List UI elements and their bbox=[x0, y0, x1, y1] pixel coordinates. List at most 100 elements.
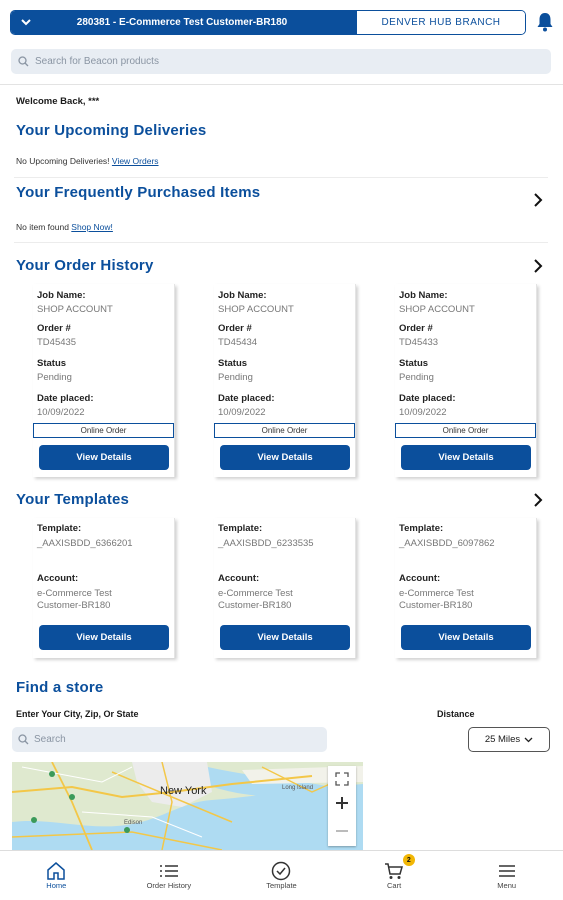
date-value: 10/09/2022 bbox=[399, 407, 447, 418]
account-selector[interactable]: 280381 - E-Commerce Test Customer-BR180 bbox=[11, 11, 357, 34]
account-bar[interactable]: 280381 - E-Commerce Test Customer-BR180 … bbox=[10, 10, 526, 35]
map-city-label: New York bbox=[160, 785, 207, 797]
search-placeholder: Search for Beacon products bbox=[35, 56, 159, 67]
nav-menu[interactable]: Menu bbox=[450, 851, 563, 900]
status-value: Pending bbox=[399, 372, 434, 383]
job-label: Job Name: bbox=[399, 290, 448, 301]
frequent-empty: No item found bbox=[16, 222, 69, 232]
status-label: Status bbox=[218, 358, 248, 369]
frequent-note: No item found Shop Now! bbox=[16, 222, 113, 232]
date-label: Date placed: bbox=[218, 393, 275, 404]
home-icon bbox=[46, 861, 66, 881]
status-value: Pending bbox=[218, 372, 253, 383]
deliveries-note: No Upcoming Deliveries! View Orders bbox=[16, 156, 159, 166]
chevron-right-icon[interactable] bbox=[533, 259, 543, 273]
account-value-line2: Customer-BR180 bbox=[399, 600, 473, 611]
search-icon bbox=[12, 734, 34, 745]
product-search[interactable]: Search for Beacon products bbox=[11, 49, 551, 74]
order-card: Job Name: SHOP ACCOUNT Order # TD45435 S… bbox=[33, 284, 175, 477]
bell-icon[interactable] bbox=[536, 12, 554, 32]
nav-template[interactable]: Template bbox=[225, 851, 338, 900]
nav-cart[interactable]: 2 Cart bbox=[338, 851, 451, 900]
distance-select[interactable]: 25 Miles bbox=[468, 727, 550, 752]
template-card: Template: _AAXISBDD_6097862 Account: e-C… bbox=[395, 518, 537, 658]
hamburger-icon bbox=[497, 861, 517, 881]
map-label: Edison bbox=[124, 820, 143, 826]
chevron-right-icon[interactable] bbox=[533, 193, 543, 207]
nav-home[interactable]: Home bbox=[0, 851, 113, 900]
view-details-button[interactable]: View Details bbox=[401, 445, 531, 470]
store-search-input[interactable]: Search bbox=[12, 727, 327, 752]
account-value-line1: e-Commerce Test bbox=[37, 588, 112, 599]
template-value: _AAXISBDD_6366201 bbox=[37, 538, 133, 549]
fullscreen-icon[interactable] bbox=[328, 768, 356, 790]
job-value: SHOP ACCOUNT bbox=[218, 304, 294, 315]
account-value-line1: e-Commerce Test bbox=[218, 588, 293, 599]
view-details-button[interactable]: View Details bbox=[401, 625, 531, 650]
frequent-title: Your Frequently Purchased Items bbox=[16, 184, 261, 201]
divider bbox=[14, 242, 548, 243]
template-card: Template: _AAXISBDD_6366201 Account: e-C… bbox=[33, 518, 175, 658]
order-card: Job Name: SHOP ACCOUNT Order # TD45433 S… bbox=[395, 284, 537, 477]
divider bbox=[0, 84, 563, 85]
city-label: Enter Your City, Zip, Or State bbox=[16, 709, 139, 719]
home-screen: 280381 - E-Commerce Test Customer-BR180 … bbox=[0, 0, 563, 900]
status-label: Status bbox=[37, 358, 67, 369]
welcome-text: Welcome Back, *** bbox=[16, 96, 100, 107]
order-label: Order # bbox=[399, 323, 433, 334]
template-label: Template: bbox=[218, 523, 263, 534]
template-value: _AAXISBDD_6233535 bbox=[218, 538, 314, 549]
order-value: TD45434 bbox=[218, 337, 258, 348]
job-label: Job Name: bbox=[37, 290, 86, 301]
account-name: 280381 - E-Commerce Test Customer-BR180 bbox=[76, 17, 288, 28]
shop-now-link[interactable]: Shop Now! bbox=[71, 222, 113, 232]
job-label: Job Name: bbox=[218, 290, 267, 301]
branch-selector[interactable]: DENVER HUB BRANCH bbox=[357, 11, 525, 34]
divider bbox=[14, 177, 548, 178]
check-circle-icon bbox=[271, 861, 291, 881]
order-type-tag: Online Order bbox=[395, 423, 536, 438]
list-icon bbox=[159, 861, 179, 881]
find-store-title: Find a store bbox=[16, 679, 104, 696]
bottom-nav: Home Order History Template 2 Cart Menu bbox=[0, 850, 563, 900]
template-card: Template: _AAXISBDD_6233535 Account: e-C… bbox=[214, 518, 356, 658]
cart-count-badge: 2 bbox=[402, 854, 415, 866]
view-details-button[interactable]: View Details bbox=[220, 445, 350, 470]
chevron-down-icon bbox=[524, 737, 533, 742]
zoom-in-icon[interactable] bbox=[328, 792, 356, 814]
view-details-button[interactable]: View Details bbox=[39, 625, 169, 650]
status-value: Pending bbox=[37, 372, 72, 383]
nav-order-history[interactable]: Order History bbox=[113, 851, 226, 900]
account-value-line2: Customer-BR180 bbox=[218, 600, 292, 611]
template-label: Template: bbox=[37, 523, 82, 534]
view-details-button[interactable]: View Details bbox=[39, 445, 169, 470]
template-value: _AAXISBDD_6097862 bbox=[399, 538, 495, 549]
view-orders-link[interactable]: View Orders bbox=[112, 156, 159, 166]
date-label: Date placed: bbox=[399, 393, 456, 404]
nav-label: Template bbox=[266, 881, 297, 890]
account-value-line2: Customer-BR180 bbox=[37, 600, 111, 611]
cart-icon bbox=[384, 861, 404, 881]
template-label: Template: bbox=[399, 523, 444, 534]
view-details-button[interactable]: View Details bbox=[220, 625, 350, 650]
account-value-line1: e-Commerce Test bbox=[399, 588, 474, 599]
order-type-tag: Online Order bbox=[214, 423, 355, 438]
nav-label: Menu bbox=[497, 881, 517, 890]
map-controls bbox=[328, 766, 356, 846]
store-map[interactable]: New York Long Island Edison bbox=[12, 762, 363, 850]
order-history-title: Your Order History bbox=[16, 257, 154, 274]
nav-label: Home bbox=[46, 881, 67, 890]
account-label: Account: bbox=[218, 573, 260, 584]
zoom-out-icon[interactable] bbox=[328, 820, 356, 842]
job-value: SHOP ACCOUNT bbox=[37, 304, 113, 315]
date-value: 10/09/2022 bbox=[37, 407, 85, 418]
deliveries-title: Your Upcoming Deliveries bbox=[16, 122, 207, 139]
order-value: TD45435 bbox=[37, 337, 77, 348]
account-label: Account: bbox=[37, 573, 79, 584]
status-label: Status bbox=[399, 358, 429, 369]
distance-value: 25 Miles bbox=[484, 734, 521, 745]
distance-label: Distance bbox=[437, 709, 475, 719]
order-label: Order # bbox=[37, 323, 71, 334]
date-label: Date placed: bbox=[37, 393, 94, 404]
chevron-right-icon[interactable] bbox=[533, 493, 543, 507]
